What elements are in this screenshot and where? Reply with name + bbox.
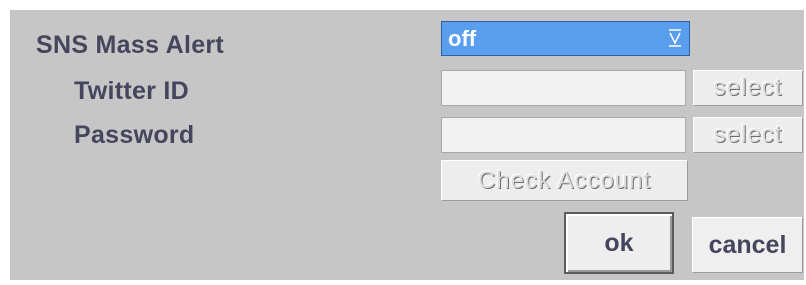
twitter-id-label: Twitter ID — [74, 77, 190, 105]
password-select-label: select — [713, 121, 783, 148]
chevron-down-icon — [669, 29, 681, 47]
password-label: Password — [74, 121, 195, 149]
check-account-button[interactable]: Check Account — [441, 160, 688, 201]
check-account-label: Check Account — [477, 167, 652, 194]
twitter-id-select-button[interactable]: select — [693, 70, 803, 106]
sns-mass-alert-dropdown[interactable]: off — [441, 21, 690, 56]
ok-label: ok — [604, 229, 634, 257]
cancel-button[interactable]: cancel — [692, 217, 803, 273]
password-select-button[interactable]: select — [693, 117, 803, 153]
ok-button[interactable]: ok — [564, 212, 674, 274]
twitter-id-input[interactable] — [441, 70, 686, 106]
sns-mass-alert-label: SNS Mass Alert — [36, 31, 225, 59]
sns-mass-alert-value: off — [448, 26, 477, 51]
sns-settings-panel: SNS Mass Alert off Twitter ID select Pas… — [10, 10, 804, 280]
cancel-label: cancel — [708, 231, 787, 259]
twitter-id-select-label: select — [713, 74, 783, 101]
password-input[interactable] — [441, 117, 686, 153]
